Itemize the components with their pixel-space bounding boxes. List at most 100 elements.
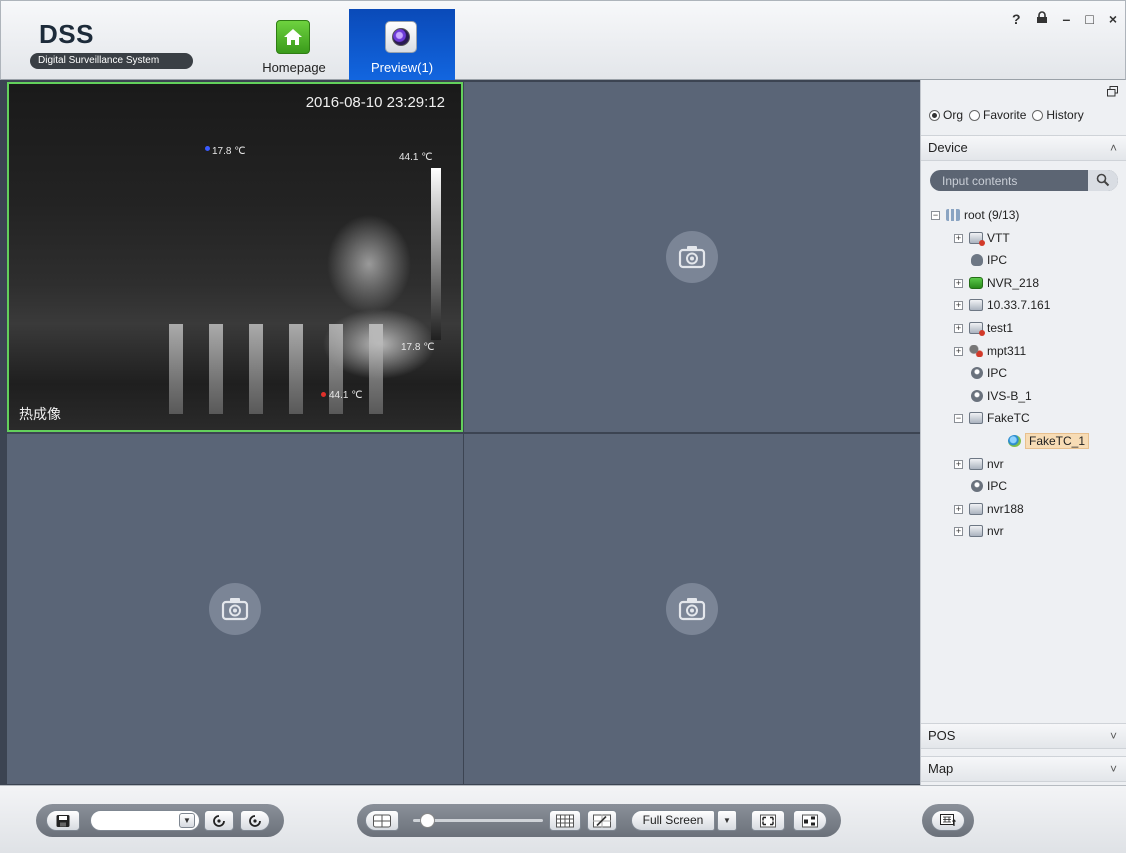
window-layout-icon — [802, 814, 818, 827]
chevron-down-icon: ˅ — [1109, 762, 1117, 776]
lock-icon[interactable] — [1036, 11, 1048, 27]
radio-history[interactable]: History — [1032, 108, 1084, 122]
grid-layout-button[interactable] — [549, 810, 581, 831]
hot-point-marker — [321, 392, 326, 397]
video-cell-3[interactable] — [7, 434, 463, 784]
tree-item-label: IVS-B_1 — [987, 388, 1032, 403]
window-controls: ? – □ × — [1012, 11, 1117, 27]
chevron-down-icon[interactable]: ▼ — [179, 813, 195, 828]
thermal-video-frame — [9, 84, 461, 430]
tab-homepage[interactable]: Homepage — [256, 9, 332, 81]
tree-item[interactable]: IVS-B_1 — [971, 386, 1032, 406]
tree-item[interactable]: + nvr — [954, 521, 1004, 541]
map-section-header[interactable]: Map ˅ — [921, 756, 1126, 782]
pos-section-header[interactable]: POS ˅ — [921, 723, 1126, 749]
tree-item-label: nvr — [987, 524, 1004, 539]
help-icon[interactable]: ? — [1012, 11, 1021, 27]
tree-item[interactable]: IPC — [971, 476, 1007, 496]
video-cell-1[interactable]: 2016-08-10 23:29:12 17.8 ℃ 44.1 ℃ 17.8 ℃… — [7, 82, 463, 432]
tree-item[interactable]: + NVR_218 — [954, 273, 1039, 293]
tree-item-label: IPC — [987, 253, 1008, 268]
expand-icon[interactable]: + — [954, 527, 963, 537]
tree-item[interactable]: IPC — [971, 363, 1007, 383]
device-section-title: Device — [928, 140, 968, 155]
tree-item[interactable]: + mpt311 — [954, 341, 1026, 361]
maximize-icon[interactable]: □ — [1085, 11, 1093, 27]
expand-icon[interactable]: + — [954, 504, 963, 514]
tree-item-label: nvr — [987, 456, 1004, 471]
tree-item-label: mpt311 — [987, 343, 1027, 358]
tree-item[interactable]: + nvr188 — [954, 499, 1024, 519]
app-logo-title: DSS — [39, 19, 94, 49]
mpt-device-icon — [969, 344, 983, 357]
no-video-camera-icon — [666, 583, 718, 635]
temperature-scale-bar — [431, 168, 441, 340]
tv-wall-button[interactable] — [931, 810, 965, 831]
split-window-button[interactable] — [365, 810, 399, 831]
tree-item[interactable]: − FakeTC — [954, 408, 1030, 428]
tree-filter-radios: Org Favorite History — [929, 108, 1084, 122]
expand-icon[interactable]: + — [954, 459, 963, 469]
expand-icon[interactable]: + — [954, 346, 963, 356]
chevron-down-icon: ˅ — [1109, 729, 1117, 743]
expand-icon[interactable]: + — [954, 278, 963, 288]
tab-homepage-label: Homepage — [262, 60, 326, 75]
fit-screen-button[interactable] — [751, 810, 785, 831]
tree-item[interactable]: FakeTC_1 — [1008, 431, 1090, 451]
tree-item-label: VTT — [987, 230, 1010, 245]
expand-icon[interactable]: + — [954, 324, 963, 333]
no-video-camera-icon — [666, 231, 718, 283]
search-input[interactable] — [930, 170, 1088, 191]
nvr-online-icon — [969, 276, 983, 289]
video-cell-2[interactable] — [464, 82, 920, 432]
split-slider-thumb[interactable] — [419, 813, 435, 828]
tab-preview[interactable]: Preview(1) — [349, 9, 455, 81]
device-offline-icon — [969, 231, 985, 246]
collapse-icon[interactable]: − — [931, 211, 940, 220]
view-controls-group: ▼ — [36, 804, 284, 837]
bottom-toolbar: ▼ Full Screen ▼ — [0, 785, 1126, 853]
device-icon — [969, 299, 983, 312]
home-icon — [276, 20, 310, 54]
expand-icon[interactable]: + — [954, 233, 963, 243]
chevron-down-icon[interactable]: ▼ — [717, 810, 737, 831]
device-icon — [969, 502, 983, 515]
search-button[interactable] — [1088, 170, 1118, 191]
refresh-icon — [249, 814, 261, 827]
tree-item[interactable]: IPC — [971, 250, 1007, 270]
custom-layout-icon — [593, 814, 611, 827]
save-view-button[interactable] — [46, 810, 80, 831]
search-box — [930, 170, 1118, 191]
tree-item[interactable]: + test1 — [954, 318, 1013, 338]
device-section-header[interactable]: Device ˄ — [921, 135, 1126, 161]
restore-window-icon[interactable] — [1107, 86, 1118, 100]
device-icon — [969, 412, 983, 425]
dome-camera-icon — [971, 480, 983, 493]
tree-item[interactable]: + nvr — [954, 454, 1004, 474]
root-org-icon — [946, 209, 960, 221]
tree-item[interactable]: + VTT — [954, 228, 1010, 248]
radio-org[interactable]: Org — [929, 108, 963, 122]
radio-favorite[interactable]: Favorite — [969, 108, 1026, 122]
tv-wall-icon — [940, 813, 956, 826]
window-layout-button[interactable] — [793, 810, 827, 831]
minimize-icon[interactable]: – — [1063, 11, 1071, 27]
collapse-icon[interactable]: − — [954, 414, 963, 424]
video-grid: 2016-08-10 23:29:12 17.8 ℃ 44.1 ℃ 17.8 ℃… — [0, 80, 920, 785]
close-icon[interactable]: × — [1109, 11, 1117, 27]
temp-scale-min: 17.8 ℃ — [401, 342, 435, 353]
custom-layout-button[interactable] — [587, 810, 617, 831]
tree-item[interactable]: − root (9/13) — [931, 205, 1019, 225]
view-select[interactable]: ▼ — [90, 810, 200, 831]
tree-item-label: NVR_218 — [987, 275, 1040, 290]
cold-point-marker — [205, 146, 210, 151]
expand-icon[interactable]: + — [954, 301, 963, 311]
thermal-channel-icon — [1008, 435, 1021, 447]
refresh-button[interactable] — [204, 810, 234, 831]
full-screen-button[interactable]: Full Screen — [631, 810, 715, 831]
tree-item[interactable]: +10.33.7.161 — [954, 295, 1050, 315]
refresh-all-button[interactable] — [240, 810, 270, 831]
tree-item-label: IPC — [987, 479, 1008, 494]
device-icon — [969, 525, 983, 538]
video-cell-4[interactable] — [464, 434, 920, 784]
